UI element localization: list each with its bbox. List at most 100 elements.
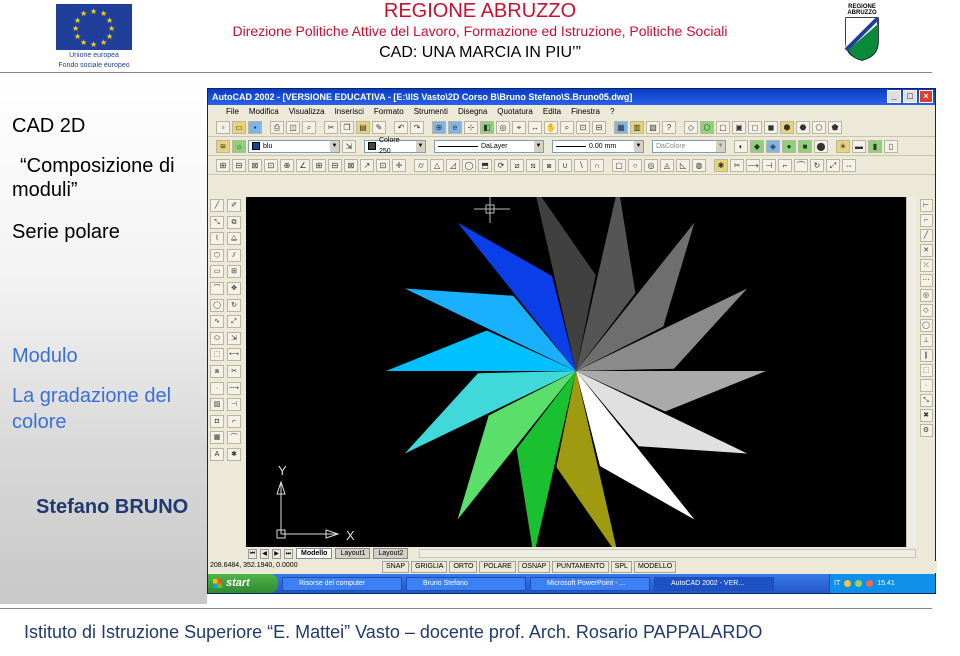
menu-formato[interactable]: Formato	[374, 105, 404, 118]
chamfer-tool-icon[interactable]: ⌐	[227, 414, 241, 428]
slice-icon[interactable]: ⧄	[510, 158, 524, 172]
view-right-icon[interactable]: ▣	[732, 120, 746, 134]
rotate-tool-icon[interactable]: ↻	[227, 298, 241, 312]
subtract-icon[interactable]: ∖	[574, 158, 588, 172]
tab-layout1[interactable]: Layout1	[335, 548, 371, 559]
polyline-icon[interactable]: ⌇	[210, 232, 224, 246]
stretch-tool-icon[interactable]: ⇲	[227, 331, 241, 345]
snap-insert-icon[interactable]: ⬚	[919, 364, 933, 377]
view-ne-icon[interactable]: ⬠	[812, 120, 826, 134]
browser-icon[interactable]: e	[448, 120, 462, 134]
lineweight-select[interactable]: 0.00 mm ▼	[552, 139, 644, 153]
diameter-dim-icon[interactable]: ⊕	[280, 158, 294, 172]
close-button[interactable]: ×	[919, 90, 933, 103]
osnap-icon[interactable]: ◎	[496, 120, 510, 134]
move-icon[interactable]: ✥	[227, 281, 241, 295]
menu-finestra[interactable]: Finestra	[571, 105, 600, 118]
view-top-icon[interactable]: ◇	[684, 120, 698, 134]
wedge-icon[interactable]: ◿	[446, 158, 460, 172]
view-nw-icon[interactable]: ⬟	[828, 120, 842, 134]
ucs-settings-icon[interactable]: ⌖	[512, 120, 526, 134]
mtext-icon[interactable]: A	[210, 447, 224, 461]
trim-tool-icon[interactable]: ✂	[227, 364, 241, 378]
solid-icon[interactable]: ◈	[766, 139, 780, 153]
point-icon[interactable]: ·	[210, 381, 224, 395]
snap-node-icon[interactable]: ·	[919, 379, 933, 392]
view-sw-icon[interactable]: ⬣	[796, 120, 810, 134]
layer-select[interactable]: blu ▼	[248, 139, 340, 153]
box-icon[interactable]: ■	[798, 139, 812, 153]
minimize-button[interactable]: _	[887, 90, 901, 103]
preview-icon[interactable]: ◫	[286, 120, 300, 134]
center-mark-icon[interactable]: ✛	[392, 158, 406, 172]
snap-nearest-icon[interactable]: ⤡	[919, 394, 933, 407]
ellipse-icon[interactable]: ⬭	[210, 331, 224, 345]
menu-disegna[interactable]: Disegna	[458, 105, 487, 118]
cone-3d-icon[interactable]: ◬	[660, 158, 674, 172]
insert-block-icon[interactable]: ⬚	[210, 348, 224, 362]
make-block-icon[interactable]: ⧈	[210, 364, 224, 378]
chevron-down-icon[interactable]: ▼	[416, 140, 425, 152]
torus-icon[interactable]: ◯	[462, 158, 476, 172]
chevron-down-icon[interactable]: ▼	[634, 140, 643, 152]
horizontal-scrollbar[interactable]	[419, 549, 916, 558]
chevron-down-icon[interactable]: ▼	[716, 140, 725, 152]
tab-modello[interactable]: Modello	[296, 548, 333, 559]
menu-strumenti[interactable]: Strumenti	[414, 105, 448, 118]
extend-icon[interactable]: ⟶	[746, 158, 760, 172]
fillet-icon[interactable]: ⌒	[794, 158, 808, 172]
ordinate-dim-icon[interactable]: ⊠	[248, 158, 262, 172]
view-iso-icon[interactable]: ⬡	[700, 120, 714, 134]
menu-quotatura[interactable]: Quotatura	[497, 105, 533, 118]
maximize-button[interactable]: □	[903, 90, 917, 103]
view-front-icon[interactable]: ▢	[716, 120, 730, 134]
match-properties-icon[interactable]: ✎	[372, 120, 386, 134]
snap-from-icon[interactable]: ⊢	[919, 199, 933, 212]
copy-object-icon[interactable]: ⧉	[227, 215, 241, 229]
tab-layout2[interactable]: Layout2	[373, 548, 409, 559]
pan-icon[interactable]: ✋	[544, 120, 558, 134]
snap-intersection-icon[interactable]: ✕	[919, 244, 933, 257]
line-icon[interactable]: ╱	[210, 199, 224, 212]
toggle-puntamento[interactable]: PUNTAMENTO	[552, 561, 609, 573]
chevron-down-icon[interactable]: ▼	[330, 140, 339, 152]
aligned-dim-icon[interactable]: ⊟	[232, 158, 246, 172]
tool-palettes-icon[interactable]: ▧	[646, 120, 660, 134]
linear-dim-icon[interactable]: ⊞	[216, 158, 230, 172]
intersect-icon[interactable]: ∩	[590, 158, 604, 172]
tolerance-icon[interactable]: ⊡	[376, 158, 390, 172]
hyperlink-icon[interactable]: ⊕	[432, 120, 446, 134]
undo-icon[interactable]: ↶	[394, 120, 408, 134]
make-current-layer-icon[interactable]: ⇲	[342, 139, 356, 153]
box-3d-icon[interactable]: ▢	[612, 158, 626, 172]
tracking-icon[interactable]: ⊹	[464, 120, 478, 134]
extrude-icon[interactable]: ⬒	[478, 158, 492, 172]
design-center-icon[interactable]: ▥	[630, 120, 644, 134]
polygon-icon[interactable]: ⬡	[210, 248, 224, 262]
vertical-scrollbar[interactable]	[906, 197, 916, 547]
continue-dim-icon[interactable]: ⊠	[344, 158, 358, 172]
snap-apparent-icon[interactable]: ⤫	[919, 259, 933, 272]
render-icon[interactable]: ◆	[750, 139, 764, 153]
task-bruno-stefano[interactable]: Bruno Stefano	[406, 576, 526, 591]
window-titlebar[interactable]: AutoCAD 2002 - [VERSIONE EDUCATIVA - [E:…	[208, 89, 935, 105]
new-file-icon[interactable]: ▫	[216, 120, 230, 134]
light-icon[interactable]: ☀	[836, 139, 850, 153]
extend-tool-icon[interactable]: ⟶	[227, 381, 241, 395]
surface-icon[interactable]: ●	[782, 139, 796, 153]
toggle-spl[interactable]: SPL	[610, 561, 632, 573]
layer-manager-icon[interactable]: ≋	[216, 139, 230, 153]
construction-line-icon[interactable]: ⤡	[210, 215, 224, 229]
scene-icon[interactable]: ▬	[852, 139, 866, 153]
open-file-icon[interactable]: ▭	[232, 120, 246, 134]
view-left-icon[interactable]: ◻	[748, 120, 762, 134]
mirror-icon[interactable]: ⧋	[227, 232, 241, 246]
break-tool-icon[interactable]: ⊣	[227, 398, 241, 412]
menu-edita[interactable]: Edita	[543, 105, 561, 118]
snap-none-icon[interactable]: ✖	[919, 409, 933, 422]
menu-modifica[interactable]: Modifica	[249, 105, 279, 118]
erase-icon[interactable]: ✐	[227, 199, 241, 212]
toggle-orto[interactable]: ORTO	[449, 561, 478, 573]
snap-extension-icon[interactable]: ⋯	[919, 274, 933, 287]
first-tab-icon[interactable]: ⏮	[248, 548, 257, 559]
